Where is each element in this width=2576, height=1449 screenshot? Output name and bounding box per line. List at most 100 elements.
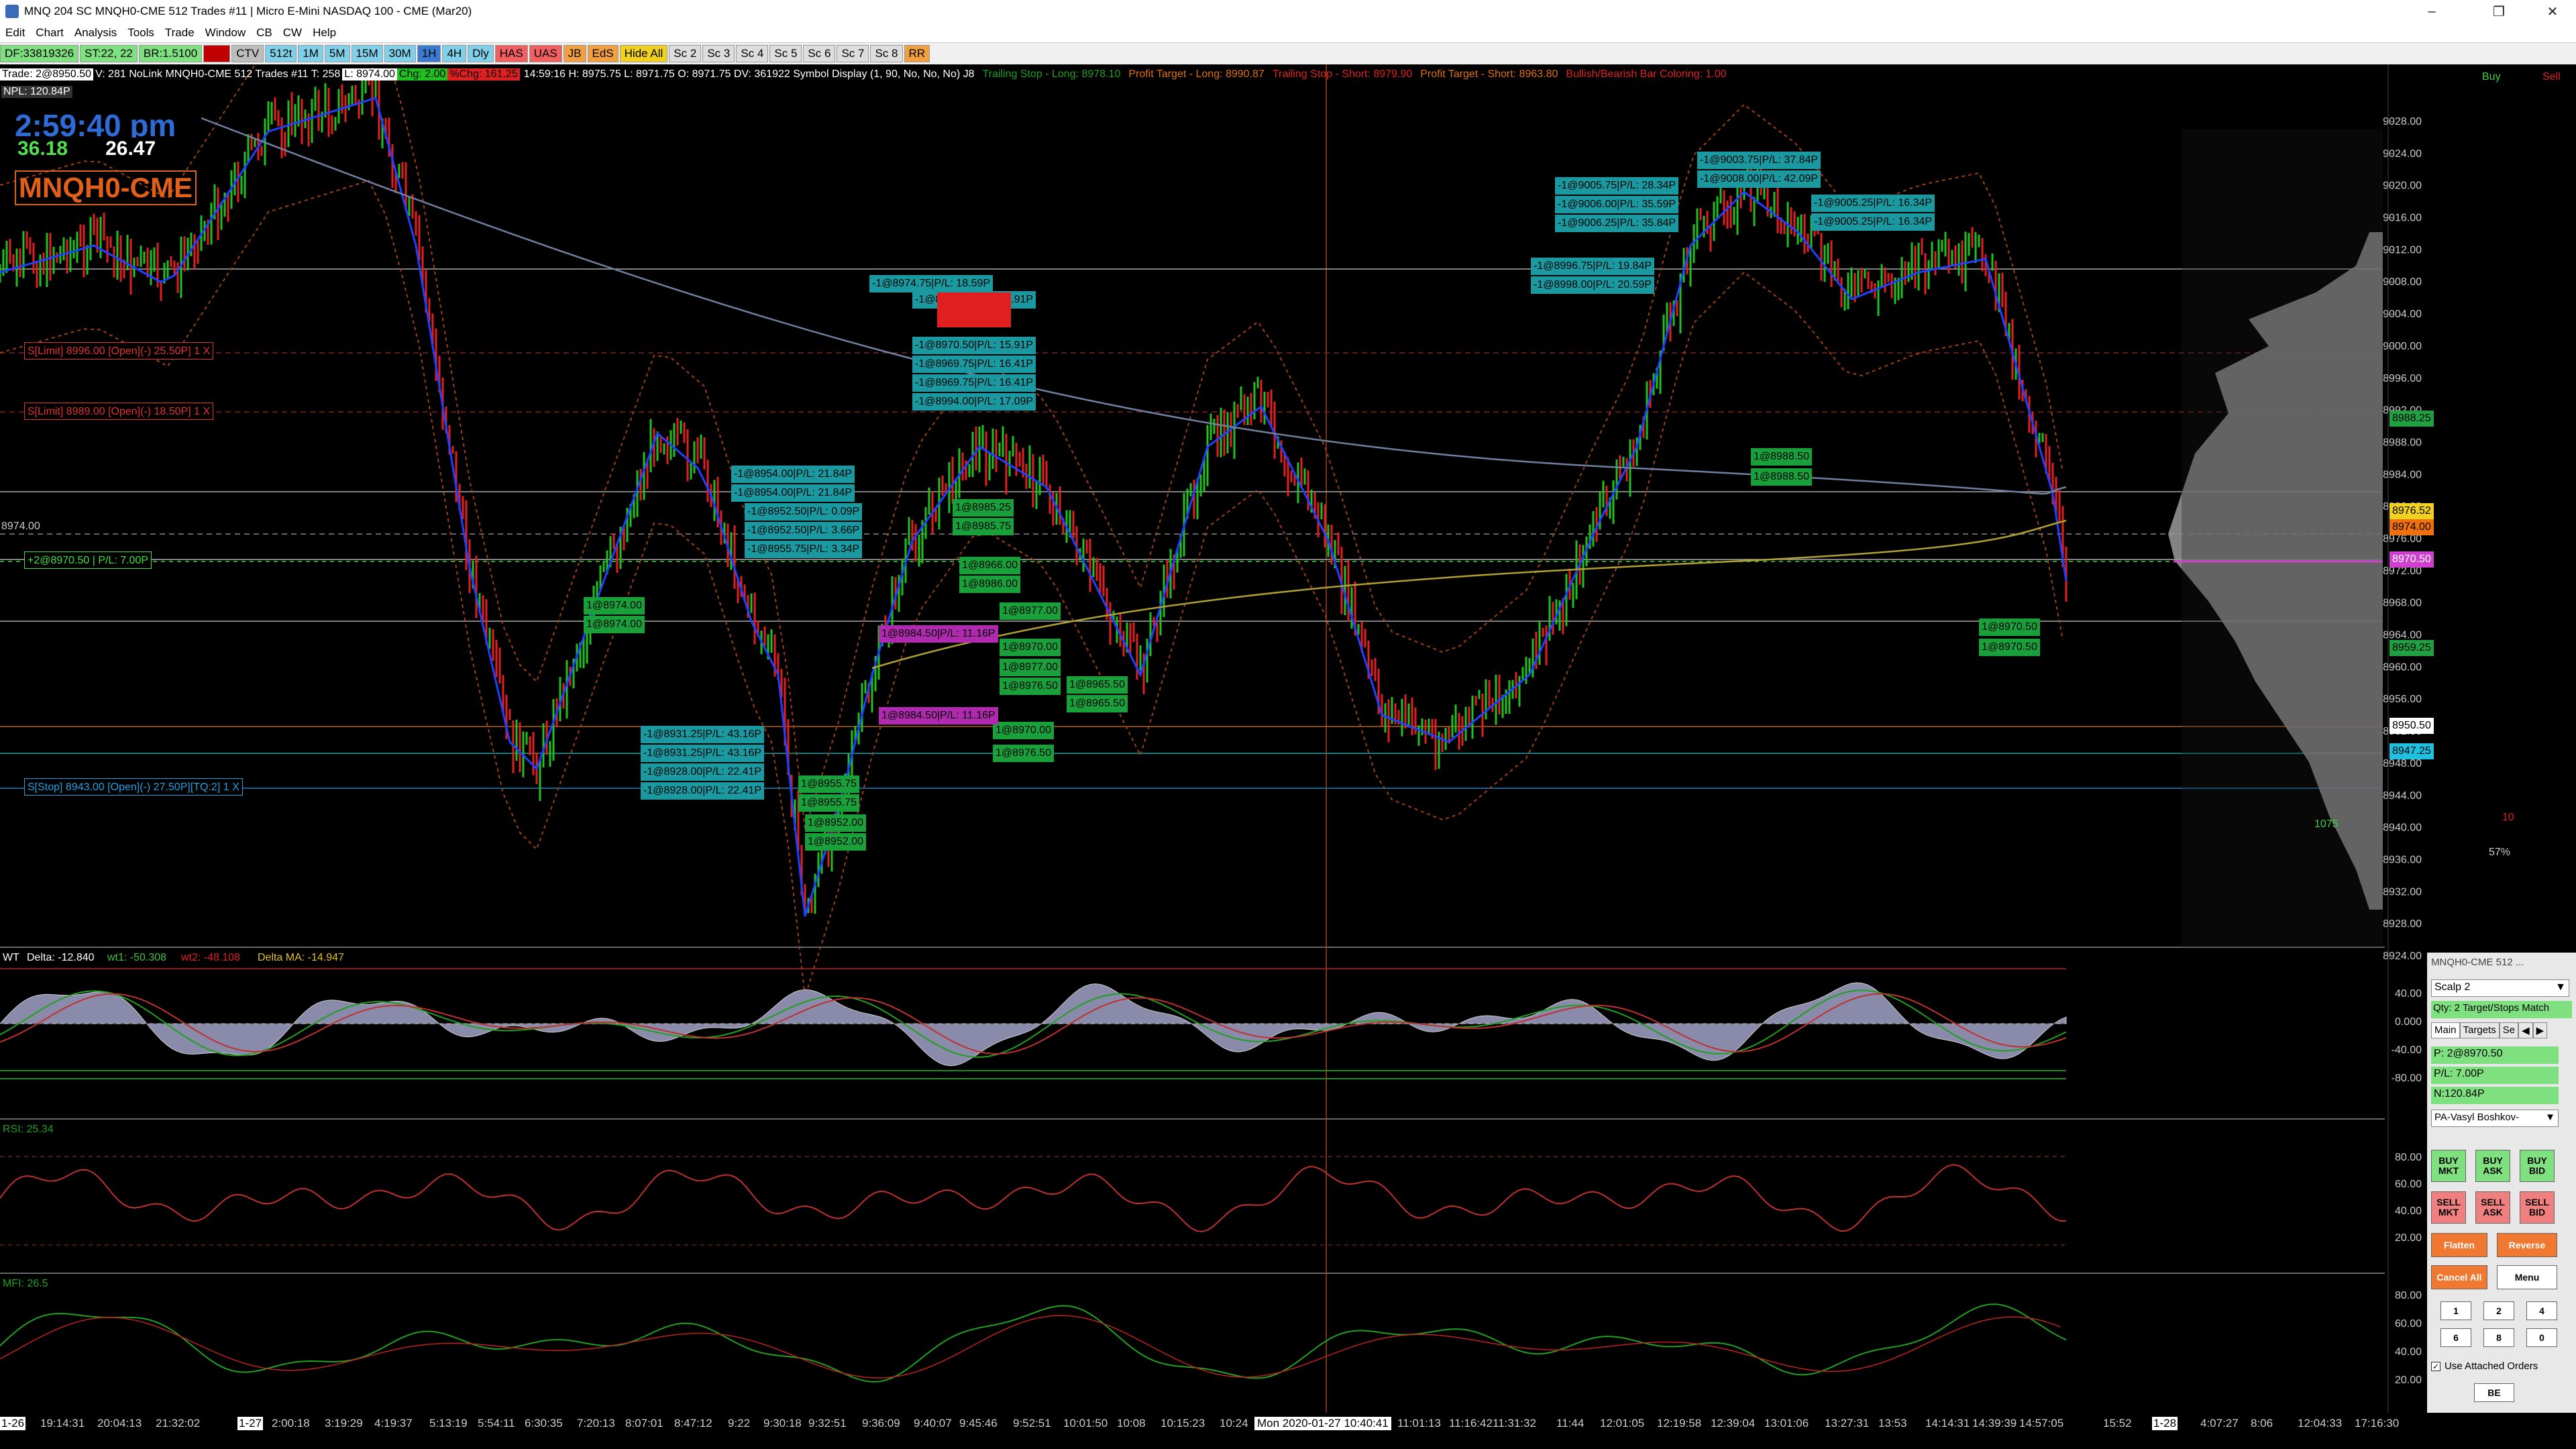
qty-8-button[interactable]: 8 — [2483, 1328, 2514, 1347]
buy-market-button[interactable]: BUY MKT — [2431, 1150, 2466, 1182]
order-tag[interactable]: 1@8974.00 — [584, 616, 645, 633]
order-tag[interactable]: -1@9005.25|P/L: 16.34P — [1811, 195, 1935, 212]
qty-2-button[interactable]: 2 — [2483, 1301, 2514, 1320]
order-tag[interactable]: 1@8976.50 — [1000, 678, 1061, 695]
order-tag[interactable]: -1@8996.75|P/L: 19.84P — [1531, 258, 1655, 275]
menu-cw[interactable]: CW — [278, 26, 307, 40]
tab-settings[interactable]: Se — [2499, 1022, 2519, 1038]
tab-scroll-right-icon[interactable]: ▶ — [2532, 1022, 2548, 1038]
toolbar-tab-sc-7[interactable]: Sc 7 — [837, 45, 869, 62]
menu-window[interactable]: Window — [200, 26, 251, 40]
toolbar-tab-1h[interactable]: 1H — [417, 45, 441, 62]
stop-order-tag[interactable] — [937, 292, 1011, 310]
order-tag[interactable]: -1@8955.75|P/L: 3.34P — [745, 541, 863, 558]
buy-bid-button[interactable]: BUY BID — [2520, 1150, 2555, 1182]
tab-scroll-left-icon[interactable]: ◀ — [2518, 1022, 2533, 1038]
order-tag[interactable]: -1@8954.00|P/L: 21.84P — [731, 466, 855, 483]
toolbar-tab-hide-all[interactable]: Hide All — [619, 45, 668, 62]
order-tag[interactable]: -1@8970.50|P/L: 15.91P — [912, 337, 1036, 354]
toolbar-tab-sc-5[interactable]: Sc 5 — [769, 45, 802, 62]
order-tag[interactable]: 1@8986.00 — [959, 576, 1020, 593]
menu-cb[interactable]: CB — [251, 26, 278, 40]
toolbar-tab-4h[interactable]: 4H — [442, 45, 467, 62]
toolbar-tab-30m[interactable]: 30M — [384, 45, 416, 62]
buy-ask-button[interactable]: BUY ASK — [2475, 1150, 2510, 1182]
toolbar-tab-ctv[interactable]: CTV — [231, 45, 264, 62]
sell-bid-button[interactable]: SELL BID — [2520, 1191, 2555, 1224]
order-tag[interactable]: 1@8970.50 — [1979, 639, 2040, 656]
order-tag[interactable]: -1@8994.00|P/L: 17.09P — [912, 393, 1036, 411]
qty-0-button[interactable]: 0 — [2526, 1328, 2557, 1347]
order-tag[interactable]: -1@9005.25|P/L: 16.34P — [1811, 213, 1935, 231]
toolbar-tab-rr[interactable]: RR — [904, 45, 930, 62]
order-tag[interactable]: -1@8974.75|P/L: 18.59P — [869, 275, 994, 292]
toolbar-tab-5m[interactable]: 5M — [324, 45, 350, 62]
account-select[interactable]: PA-Vasyl Boshkov- ▼ — [2431, 1110, 2559, 1127]
order-tag[interactable]: 1@8965.50 — [1067, 676, 1128, 694]
order-tag[interactable]: -1@9008.00|P/L: 42.09P — [1697, 170, 1821, 188]
toolbar-tab-1m[interactable]: 1M — [298, 45, 323, 62]
order-tag[interactable]: 1@8976.50 — [993, 745, 1054, 762]
order-tag[interactable]: -1@8928.00|P/L: 22.41P — [641, 782, 765, 800]
tab-main[interactable]: Main — [2431, 1022, 2460, 1038]
order-tag[interactable]: -1@8998.00|P/L: 20.59P — [1531, 276, 1655, 294]
order-tag[interactable]: -1@9006.00|P/L: 35.59P — [1555, 196, 1679, 213]
order-tag[interactable]: 1@8966.00 — [959, 557, 1020, 574]
order-tag[interactable]: -1@8952.50|P/L: 0.09P — [745, 503, 863, 521]
cancel-all-button[interactable]: Cancel All — [2431, 1265, 2487, 1289]
order-tag[interactable]: -1@8931.25|P/L: 43.16P — [641, 745, 765, 762]
qty-4-button[interactable]: 4 — [2526, 1301, 2557, 1320]
order-tag[interactable]: -1@8931.25|P/L: 43.16P — [641, 726, 765, 743]
toolbar-tab-sc-8[interactable]: Sc 8 — [870, 45, 903, 62]
order-tag[interactable]: 1@8965.50 — [1067, 695, 1128, 712]
close-button[interactable]: ✕ — [2529, 0, 2576, 23]
order-tag[interactable]: -1@9003.75|P/L: 37.84P — [1697, 152, 1821, 169]
order-tag[interactable]: -1@9005.75|P/L: 28.34P — [1555, 177, 1679, 195]
working-order-line[interactable]: S[Stop] 8943.00 [Open](-) 27.50P][TQ:2] … — [24, 778, 243, 796]
sell-ask-button[interactable]: SELL ASK — [2475, 1191, 2510, 1224]
tab-targets[interactable]: Targets — [2459, 1022, 2500, 1038]
order-tag[interactable]: 1@8984.50|P/L: 11.16P — [879, 707, 998, 724]
menu-chart[interactable]: Chart — [30, 26, 69, 40]
minimize-button[interactable]: – — [2408, 0, 2455, 23]
sell-market-button[interactable]: SELL MKT — [2431, 1191, 2466, 1224]
toolbar-tab-jb[interactable]: JB — [563, 45, 586, 62]
toolbar-tab-has[interactable]: HAS — [494, 45, 528, 62]
toolbar-tab-512t[interactable]: 512t — [265, 45, 297, 62]
order-tag[interactable]: 1@8952.00 — [805, 833, 866, 851]
stop-order-tag[interactable] — [937, 310, 1011, 327]
menu-button[interactable]: Menu — [2497, 1265, 2557, 1289]
toolbar-tab-sc-4[interactable]: Sc 4 — [736, 45, 769, 62]
menu-help[interactable]: Help — [307, 26, 341, 40]
order-tag[interactable]: 1@8955.75 — [798, 775, 859, 793]
red-indicator[interactable] — [203, 45, 231, 62]
toolbar-tab-eds[interactable]: EdS — [587, 45, 619, 62]
order-tag[interactable]: 1@8970.00 — [1000, 639, 1061, 656]
price-chart[interactable]: 9028.009024.009020.009016.009012.009008.… — [0, 64, 2576, 1413]
toolbar-tab-sc-2[interactable]: Sc 2 — [669, 45, 702, 62]
breakeven-button[interactable]: BE — [2474, 1383, 2514, 1402]
use-attached-checkbox[interactable]: ✓ — [2431, 1361, 2440, 1371]
order-tag[interactable]: -1@9006.25|P/L: 35.84P — [1555, 215, 1679, 232]
working-order-line[interactable]: +2@8970.50 | P/L: 7.00P — [24, 551, 152, 569]
toolbar-tab-uas[interactable]: UAS — [529, 45, 562, 62]
order-tag[interactable]: -1@8969.75|P/L: 16.41P — [912, 356, 1036, 373]
order-tag[interactable]: -1@8952.50|P/L: 3.66P — [745, 522, 863, 539]
order-tag[interactable]: 1@8985.75 — [953, 518, 1014, 535]
order-tag[interactable]: 1@8970.50 — [1979, 619, 2040, 636]
order-tag[interactable]: 1@8988.50 — [1751, 468, 1812, 486]
toolbar-tab-sc-6[interactable]: Sc 6 — [803, 45, 836, 62]
working-order-line[interactable]: S[Limit] 8989.00 [Open](-) 18.50P] 1 X — [24, 402, 214, 420]
order-tag[interactable]: 1@8984.50|P/L: 11.16P — [879, 625, 998, 643]
preset-select[interactable]: Scalp 2 ▼ — [2431, 979, 2569, 997]
maximize-button[interactable]: ❐ — [2475, 0, 2522, 23]
toolbar-tab-dly[interactable]: Dly — [468, 45, 494, 62]
menu-trade[interactable]: Trade — [160, 26, 200, 40]
qty-1-button[interactable]: 1 — [2440, 1301, 2471, 1320]
order-tag[interactable]: 1@8970.00 — [993, 722, 1054, 739]
order-tag[interactable]: 1@8985.25 — [953, 499, 1014, 517]
flatten-button[interactable]: Flatten — [2431, 1233, 2487, 1257]
menu-analysis[interactable]: Analysis — [69, 26, 122, 40]
order-tag[interactable]: -1@8954.00|P/L: 21.84P — [731, 484, 855, 502]
chart-area[interactable]: 9028.00 9024.00 9020.00 9016.00 9012.00 9008.… — [0, 64, 2576, 1413]
